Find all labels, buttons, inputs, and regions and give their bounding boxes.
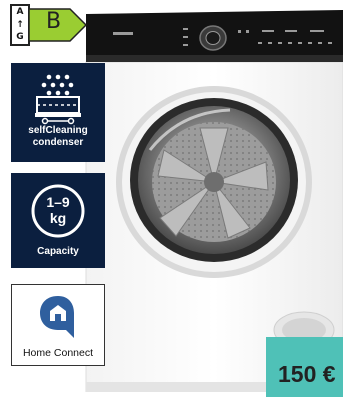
price-tag: 150 € (266, 337, 343, 397)
energy-label: A ↑ G B (10, 4, 88, 46)
energy-scale-bottom: G (16, 32, 24, 42)
badge-self-cleaning-condenser: selfCleaning condenser (11, 63, 105, 162)
capacity-value-line1: 1–9 (46, 194, 70, 210)
self-cleaning-condenser-icon (35, 74, 81, 125)
price-value: 150 € (278, 361, 336, 387)
capacity-value-line2: kg (49, 210, 67, 226)
capacity-label: Capacity (37, 246, 79, 257)
energy-class: B (46, 9, 62, 34)
badge-self-cleaning-label-line2: condenser (32, 137, 84, 148)
badge-capacity: 1–9 kg Capacity (11, 173, 105, 268)
home-connect-icon (40, 296, 74, 338)
badge-self-cleaning-label-line1: selfCleaning (28, 125, 88, 136)
energy-scale-top: A (16, 7, 24, 17)
energy-scale: A ↑ G (10, 4, 30, 46)
badge-home-connect: Home Connect (11, 284, 105, 366)
energy-scale-arrow: ↑ (16, 19, 24, 30)
home-connect-label: Home Connect (22, 347, 94, 359)
